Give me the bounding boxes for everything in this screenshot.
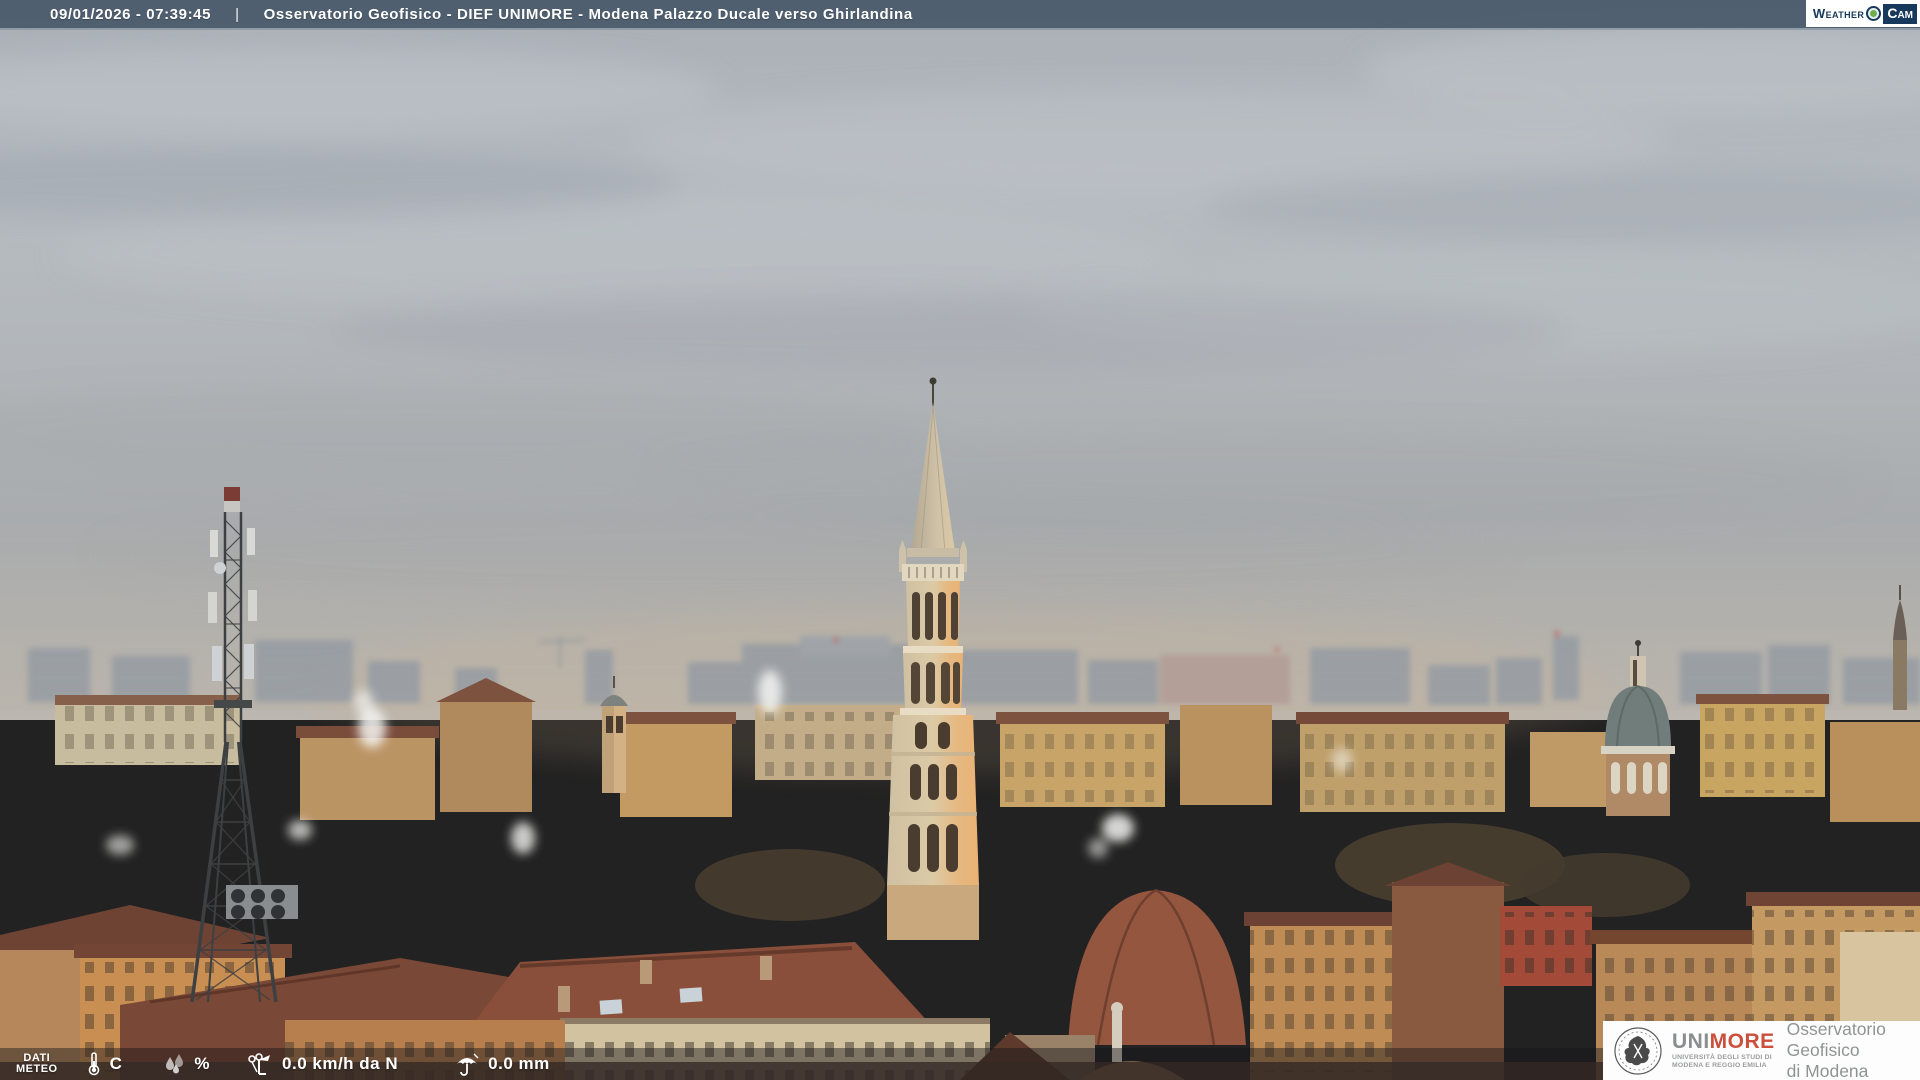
webcam-page: 09/01/2026 - 07:39:45 | Osservatorio Geo… <box>0 0 1920 1080</box>
dati-meteo-label: DATI METEO <box>16 1052 58 1075</box>
weathercam-lens-icon <box>1866 6 1882 21</box>
humidity-value: % <box>194 1054 211 1073</box>
observatory-title: Osservatorio Geofisico di Modena <box>1786 1019 1886 1080</box>
unimore-logo-box[interactable]: UNIMORE UNIVERSITÀ DEGLI STUDI DI MODENA… <box>1603 1019 1920 1080</box>
unimore-brand: UNIMORE UNIVERSITÀ DEGLI STUDI DI MODENA… <box>1672 1031 1775 1070</box>
unimore-seal-icon <box>1614 1026 1662 1075</box>
humidity-drops-icon <box>166 1054 184 1074</box>
wind-anemometer-icon <box>248 1053 271 1075</box>
rain-value: 0.0 mm <box>488 1054 550 1073</box>
rain-umbrella-icon <box>457 1053 479 1076</box>
brand-more: MORE <box>1709 1030 1775 1053</box>
brand-subtitle-2: MODENA E REGGIO EMILIA <box>1672 1062 1767 1069</box>
datetime-label: 09/01/2026 - 07:39:45 <box>50 5 212 23</box>
title-bar: 09/01/2026 - 07:39:45 | Osservatorio Geo… <box>0 0 1920 30</box>
wind-value: 0.0 km/h da N <box>282 1054 399 1073</box>
weathercam-word1: Weather <box>1812 6 1865 21</box>
weathercam-word2: Cam <box>1883 3 1917 24</box>
camera-title: Osservatorio Geofisico - DIEF UNIMORE - … <box>263 5 913 23</box>
weathercam-logo[interactable]: Weather Cam <box>1805 0 1920 27</box>
thermometer-icon <box>88 1052 99 1076</box>
brand-uni: UNI <box>1672 1030 1710 1053</box>
separator: | <box>235 5 240 23</box>
temperature-value: C <box>109 1054 123 1073</box>
webcam-photo <box>0 0 1920 1080</box>
brand-subtitle-1: UNIVERSITÀ DEGLI STUDI DI <box>1672 1054 1772 1061</box>
